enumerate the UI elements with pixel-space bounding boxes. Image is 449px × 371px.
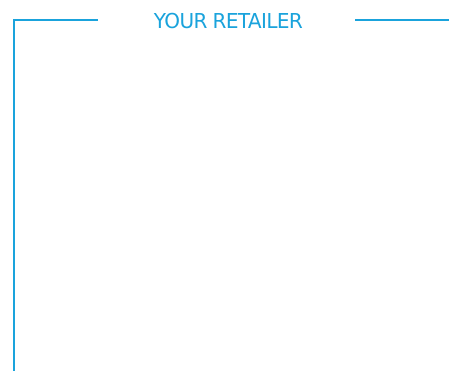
panel-title: YOUR RETAILER: [153, 9, 303, 33]
retailer-panel: YOUR RETAILER: [0, 0, 449, 371]
frame-left-line: [13, 19, 15, 371]
frame-top-right-line: [355, 19, 449, 21]
frame-top-left-line: [13, 19, 98, 21]
